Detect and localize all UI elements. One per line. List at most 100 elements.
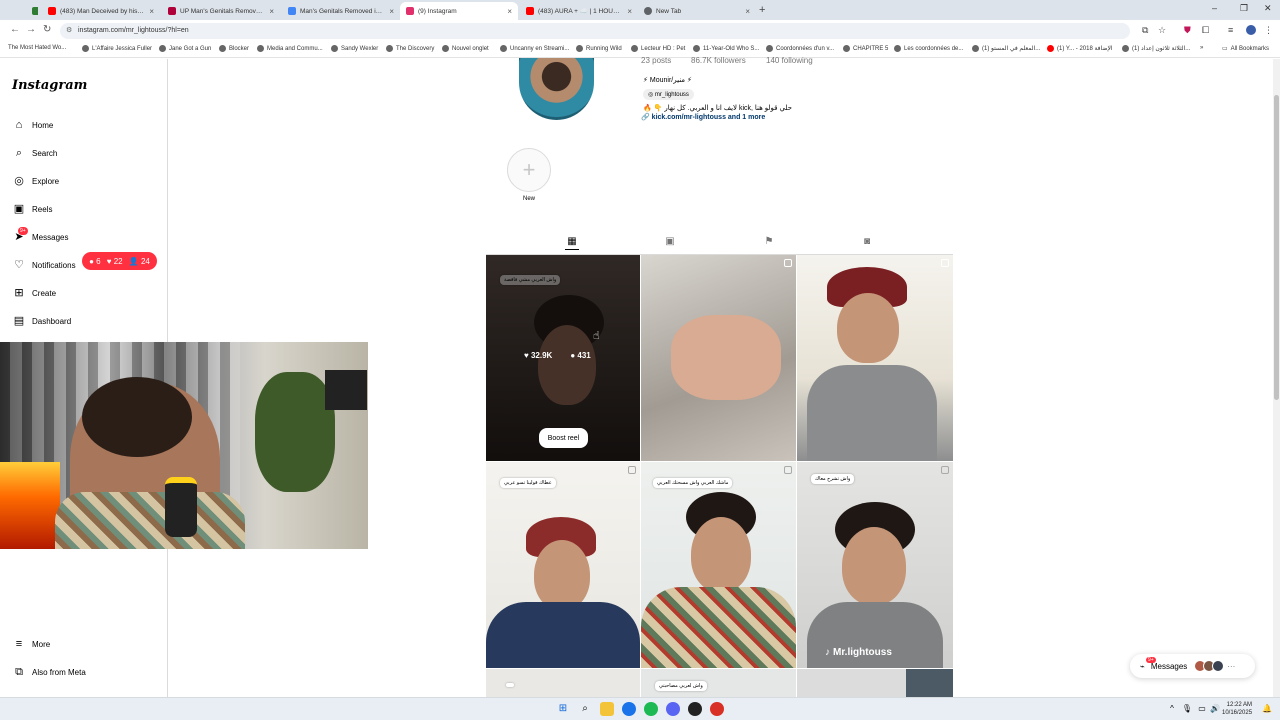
bookmark-item[interactable]: (1) الثلاثة ثلاثون إعداد... bbox=[1122, 45, 1194, 52]
back-icon[interactable]: ← bbox=[10, 24, 20, 35]
tab-title: (483) AURA + ☁️ | 1 HOUR VI bbox=[538, 8, 624, 15]
tab-posts-grid-icon[interactable]: ▦ bbox=[565, 236, 579, 250]
menu-icon[interactable]: ⋮ bbox=[1264, 25, 1273, 36]
new-highlight-button[interactable]: + bbox=[507, 148, 551, 192]
tab-1[interactable]: UP Man's Genitals Removed, S × bbox=[162, 2, 280, 20]
profile-link[interactable]: 🔗 kick.com/mr-lightouss and 1 more bbox=[641, 113, 765, 121]
post-tile[interactable] bbox=[797, 255, 953, 461]
post-tile[interactable]: واش تشرح معاك bbox=[797, 462, 953, 668]
tab-3-active[interactable]: (9) Instagram × bbox=[400, 2, 518, 20]
nav-reels[interactable]: ▣ Reels bbox=[12, 199, 53, 219]
tab-5[interactable]: New Tab × bbox=[638, 2, 756, 20]
post-tile[interactable] bbox=[797, 669, 953, 697]
media-icon[interactable]: ≡ bbox=[1228, 25, 1233, 35]
close-icon[interactable]: × bbox=[149, 7, 154, 16]
install-icon[interactable]: ⧉ bbox=[1142, 25, 1148, 36]
post-tile[interactable] bbox=[641, 255, 796, 461]
close-icon[interactable]: × bbox=[745, 7, 750, 16]
streamer-shirt bbox=[55, 492, 245, 549]
system-clock[interactable]: 12:22 AM 10/16/2025 bbox=[1222, 701, 1252, 717]
tab-saved-bookmark-icon[interactable]: ⚑ bbox=[762, 236, 776, 250]
chrome-icon[interactable] bbox=[622, 702, 636, 716]
close-icon[interactable]: × bbox=[389, 7, 394, 16]
nav-notifications[interactable]: ♡ Notifications bbox=[12, 255, 76, 275]
scrollbar-thumb[interactable] bbox=[1274, 95, 1279, 400]
tab-tagged-icon[interactable]: ◙ bbox=[860, 236, 874, 250]
close-icon[interactable]: × bbox=[507, 7, 512, 16]
bookmark-item[interactable]: Jane Got a Gun bbox=[159, 45, 211, 52]
post-tile[interactable]: ماشك العربي واش مسحتك العربي bbox=[641, 462, 796, 668]
post-tile[interactable]: واش لعربي مصاحبتي bbox=[641, 669, 796, 697]
nav-also-from-meta[interactable]: ⧉ Also from Meta bbox=[12, 662, 86, 682]
bookmark-item[interactable]: CHAPITRE 5 bbox=[843, 45, 888, 52]
bookmark-item[interactable]: L'Affaire Jessica Fuller bbox=[82, 45, 152, 52]
close-window-icon[interactable]: ✕ bbox=[1264, 3, 1272, 14]
profile-avatar[interactable] bbox=[519, 58, 594, 120]
following-count[interactable]: 140 following bbox=[766, 56, 813, 65]
windows-start-icon[interactable]: ⊞ bbox=[556, 702, 570, 716]
post-tile[interactable] bbox=[486, 669, 640, 697]
bookmark-item[interactable]: Blocker bbox=[219, 45, 249, 52]
notifications-summary-badge[interactable]: ● 6 ♥ 22 👤 24 bbox=[82, 252, 157, 270]
bookmark-item[interactable]: The Most Hated Wo... bbox=[8, 45, 66, 51]
tray-chevron-icon[interactable]: ^ bbox=[1165, 702, 1179, 716]
bookmark-item[interactable]: Running Wild bbox=[576, 45, 622, 52]
bookmark-item[interactable]: Lecteur HD : Pet bbox=[631, 45, 685, 52]
bookmark-item[interactable]: Media and Commu... bbox=[257, 45, 323, 52]
tab-2[interactable]: Man's Genitals Removed in UP × bbox=[282, 2, 400, 20]
app-icon[interactable] bbox=[710, 702, 724, 716]
instagram-logo[interactable]: Instagram bbox=[12, 78, 87, 93]
close-icon[interactable]: × bbox=[627, 7, 632, 16]
nav-explore[interactable]: ◎ Explore bbox=[12, 171, 59, 191]
extensions-icon[interactable]: ⧠ bbox=[1202, 25, 1209, 36]
post-shirt bbox=[486, 602, 640, 668]
microphone-icon[interactable]: 🎙 bbox=[1180, 702, 1194, 716]
threads-tag[interactable]: ◎ mr_lightouss bbox=[643, 89, 694, 100]
bookmarks-overflow-icon[interactable]: » bbox=[1200, 45, 1203, 51]
bookmark-item[interactable]: Nouvel onglet bbox=[442, 45, 489, 52]
post-tile[interactable]: عطاك قولينا تسو عربي bbox=[486, 462, 640, 668]
forward-icon[interactable]: → bbox=[26, 24, 36, 35]
notification-bell-icon[interactable]: 🔔 bbox=[1260, 702, 1274, 716]
tab-reels-icon[interactable]: ▣ bbox=[663, 236, 677, 250]
spotify-icon[interactable] bbox=[644, 702, 658, 716]
network-icon[interactable]: ▭ bbox=[1195, 702, 1209, 716]
bookmark-item[interactable]: (1) Y... - 2018 الإضافة bbox=[1047, 45, 1113, 52]
bookmark-item[interactable]: 11-Year-Old Who S... bbox=[693, 45, 759, 52]
boost-reel-button[interactable]: Boost reel bbox=[539, 428, 588, 448]
volume-icon[interactable]: 🔊 bbox=[1208, 702, 1222, 716]
minimize-icon[interactable]: – bbox=[1212, 3, 1217, 13]
tab-group-indicator[interactable] bbox=[26, 2, 38, 20]
bookmark-item[interactable]: (1) المعلم في المستو... bbox=[972, 45, 1040, 52]
tab-4[interactable]: (483) AURA + ☁️ | 1 HOUR VI × bbox=[520, 2, 638, 20]
tab-0[interactable]: (483) Man Deceived by his frie × bbox=[42, 2, 160, 20]
file-explorer-icon[interactable] bbox=[600, 702, 614, 716]
site-info-icon[interactable]: ⚙ bbox=[66, 26, 72, 34]
url-bar[interactable]: ⚙ instagram.com/mr_lightouss/?hl=en bbox=[60, 23, 1130, 39]
followers-count[interactable]: 86.7K followers bbox=[691, 56, 746, 65]
new-tab-button[interactable]: + bbox=[759, 4, 765, 16]
all-bookmarks[interactable]: ▭ All Bookmarks bbox=[1222, 45, 1269, 53]
nav-dashboard[interactable]: ▤ Dashboard bbox=[12, 311, 71, 331]
reload-icon[interactable]: ↻ bbox=[43, 24, 51, 35]
bookmark-item[interactable]: Sandy Wexler bbox=[331, 45, 378, 52]
instagram-icon bbox=[406, 7, 414, 15]
search-icon[interactable]: ⌕ bbox=[578, 702, 592, 716]
discord-icon[interactable] bbox=[666, 702, 680, 716]
bookmark-item[interactable]: The Discovery bbox=[386, 45, 434, 52]
nav-home[interactable]: ⌂ Home bbox=[12, 115, 54, 135]
nav-create[interactable]: ⊞ Create bbox=[12, 283, 56, 303]
profile-avatar[interactable] bbox=[1246, 25, 1256, 35]
bookmark-item[interactable]: Les coordonnées de... bbox=[894, 45, 963, 52]
floating-messages-button[interactable]: ⌁ 9+ Messages ⋯ bbox=[1130, 654, 1255, 678]
extension-shield-icon[interactable]: ⛊ bbox=[1184, 25, 1191, 36]
bookmark-item[interactable]: Uncanny en Streami... bbox=[500, 45, 569, 52]
nav-label: Explore bbox=[32, 176, 60, 186]
obs-icon[interactable] bbox=[688, 702, 702, 716]
maximize-icon[interactable]: ❐ bbox=[1240, 3, 1248, 14]
nav-more[interactable]: ≡ More bbox=[12, 634, 50, 654]
bookmark-item[interactable]: Coordonnées d'un v... bbox=[766, 45, 834, 52]
bookmark-star-icon[interactable]: ☆ bbox=[1158, 25, 1166, 36]
nav-search[interactable]: ⌕ Search bbox=[12, 143, 57, 163]
close-icon[interactable]: × bbox=[269, 7, 274, 16]
